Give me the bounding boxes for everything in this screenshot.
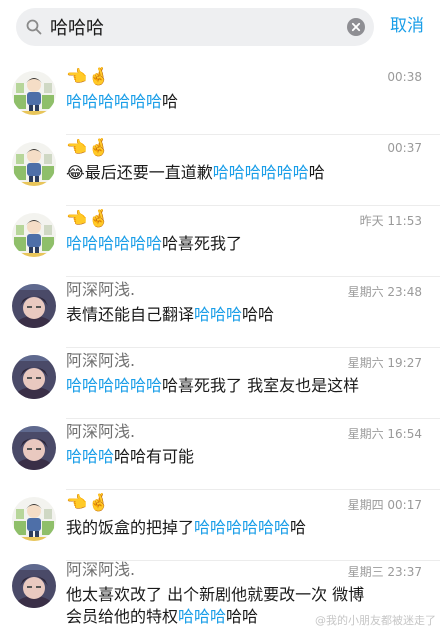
message-text: 哈哈有可能 <box>114 447 195 466</box>
message-preview: 😂最后还要一直道歉哈哈哈哈哈哈哈 <box>66 162 426 184</box>
message-text: 哈 <box>308 163 325 182</box>
watermark: @我的小朋友都被迷走了 <box>315 614 436 627</box>
highlighted-match: 哈哈哈哈哈哈 <box>66 376 163 395</box>
message-text: 哈喜死我了 我室友也是这样 <box>162 376 360 395</box>
timestamp: 星期四 00:17 <box>347 498 422 512</box>
clear-icon[interactable] <box>347 18 365 36</box>
contact-name: 阿深阿浅. <box>66 422 136 441</box>
highlighted-match: 哈哈哈 <box>178 607 227 626</box>
message-text: 哈 <box>162 92 179 111</box>
contact-name: 👈🤞 <box>66 138 111 158</box>
result-item[interactable]: 👈🤞 00:38 哈哈哈哈哈哈哈 <box>0 64 440 135</box>
avatar <box>12 564 56 608</box>
contact-name: 👈🤞 <box>66 493 111 513</box>
message-text: 我的饭盒的把掉了 <box>66 518 195 537</box>
result-item[interactable]: 阿深阿浅. 星期六 23:48 表情还能自己翻译哈哈哈哈哈 <box>0 277 440 348</box>
timestamp: 昨天 11:53 <box>359 214 422 228</box>
message-preview: 哈哈哈哈哈哈哈喜死我了 <box>66 233 426 255</box>
avatar <box>12 142 56 186</box>
timestamp: 00:37 <box>387 141 422 155</box>
highlighted-match: 哈哈哈哈哈哈 <box>66 234 163 253</box>
timestamp: 星期三 23:37 <box>347 565 422 579</box>
highlighted-match: 哈哈哈哈哈哈 <box>194 518 291 537</box>
contact-name: 👈🤞 <box>66 67 111 87</box>
avatar <box>12 71 56 115</box>
timestamp: 00:38 <box>387 70 422 84</box>
search-bar: 取消 <box>0 0 440 54</box>
avatar <box>12 426 56 470</box>
message-preview: 表情还能自己翻译哈哈哈哈哈 <box>66 304 426 326</box>
message-preview: 哈哈哈哈哈哈哈喜死我了 我室友也是这样 <box>66 375 426 397</box>
result-item[interactable]: 👈🤞 星期四 00:17 我的饭盒的把掉了哈哈哈哈哈哈哈 <box>0 490 440 561</box>
contact-name: 👈🤞 <box>66 209 111 229</box>
highlighted-match: 哈哈哈 <box>194 305 243 324</box>
contact-name: 阿深阿浅. <box>66 280 136 299</box>
cancel-button[interactable]: 取消 <box>390 14 424 38</box>
result-item[interactable]: 阿深阿浅. 星期六 19:27 哈哈哈哈哈哈哈喜死我了 我室友也是这样 <box>0 348 440 419</box>
highlighted-match: 哈哈哈哈哈哈 <box>66 92 163 111</box>
search-input[interactable] <box>50 14 330 40</box>
message-text: 哈哈 <box>226 607 259 626</box>
highlighted-match: 哈哈哈哈哈哈 <box>212 163 309 182</box>
message-text: 😂最后还要一直道歉 <box>66 163 213 182</box>
timestamp: 星期六 16:54 <box>347 427 422 441</box>
highlighted-match: 哈哈哈 <box>66 447 115 466</box>
message-preview: 我的饭盒的把掉了哈哈哈哈哈哈哈 <box>66 517 426 539</box>
message-text: 会员给他的特权 <box>66 607 179 626</box>
contact-name: 阿深阿浅. <box>66 560 136 579</box>
message-preview: 哈哈哈哈哈有可能 <box>66 446 426 468</box>
message-preview: 他太喜欢改了 出个新剧他就要改一次 微博 <box>66 584 426 606</box>
avatar <box>12 497 56 541</box>
avatar <box>12 213 56 257</box>
message-text: 他太喜欢改了 出个新剧他就要改一次 微博 <box>66 585 365 604</box>
search-box[interactable] <box>16 8 374 46</box>
message-preview: 哈哈哈哈哈哈哈 <box>66 91 426 113</box>
contact-name: 阿深阿浅. <box>66 351 136 370</box>
result-item[interactable]: 👈🤞 00:37 😂最后还要一直道歉哈哈哈哈哈哈哈 <box>0 135 440 206</box>
avatar <box>12 284 56 328</box>
message-text: 哈 <box>290 518 307 537</box>
message-text: 表情还能自己翻译 <box>66 305 195 324</box>
search-icon <box>26 19 42 35</box>
result-item[interactable]: 阿深阿浅. 星期六 16:54 哈哈哈哈哈有可能 <box>0 419 440 490</box>
timestamp: 星期六 23:48 <box>347 285 422 299</box>
message-text: 哈喜死我了 <box>162 234 243 253</box>
message-text: 哈哈 <box>242 305 275 324</box>
avatar <box>12 355 56 399</box>
result-item[interactable]: 👈🤞 昨天 11:53 哈哈哈哈哈哈哈喜死我了 <box>0 206 440 277</box>
timestamp: 星期六 19:27 <box>347 356 422 370</box>
